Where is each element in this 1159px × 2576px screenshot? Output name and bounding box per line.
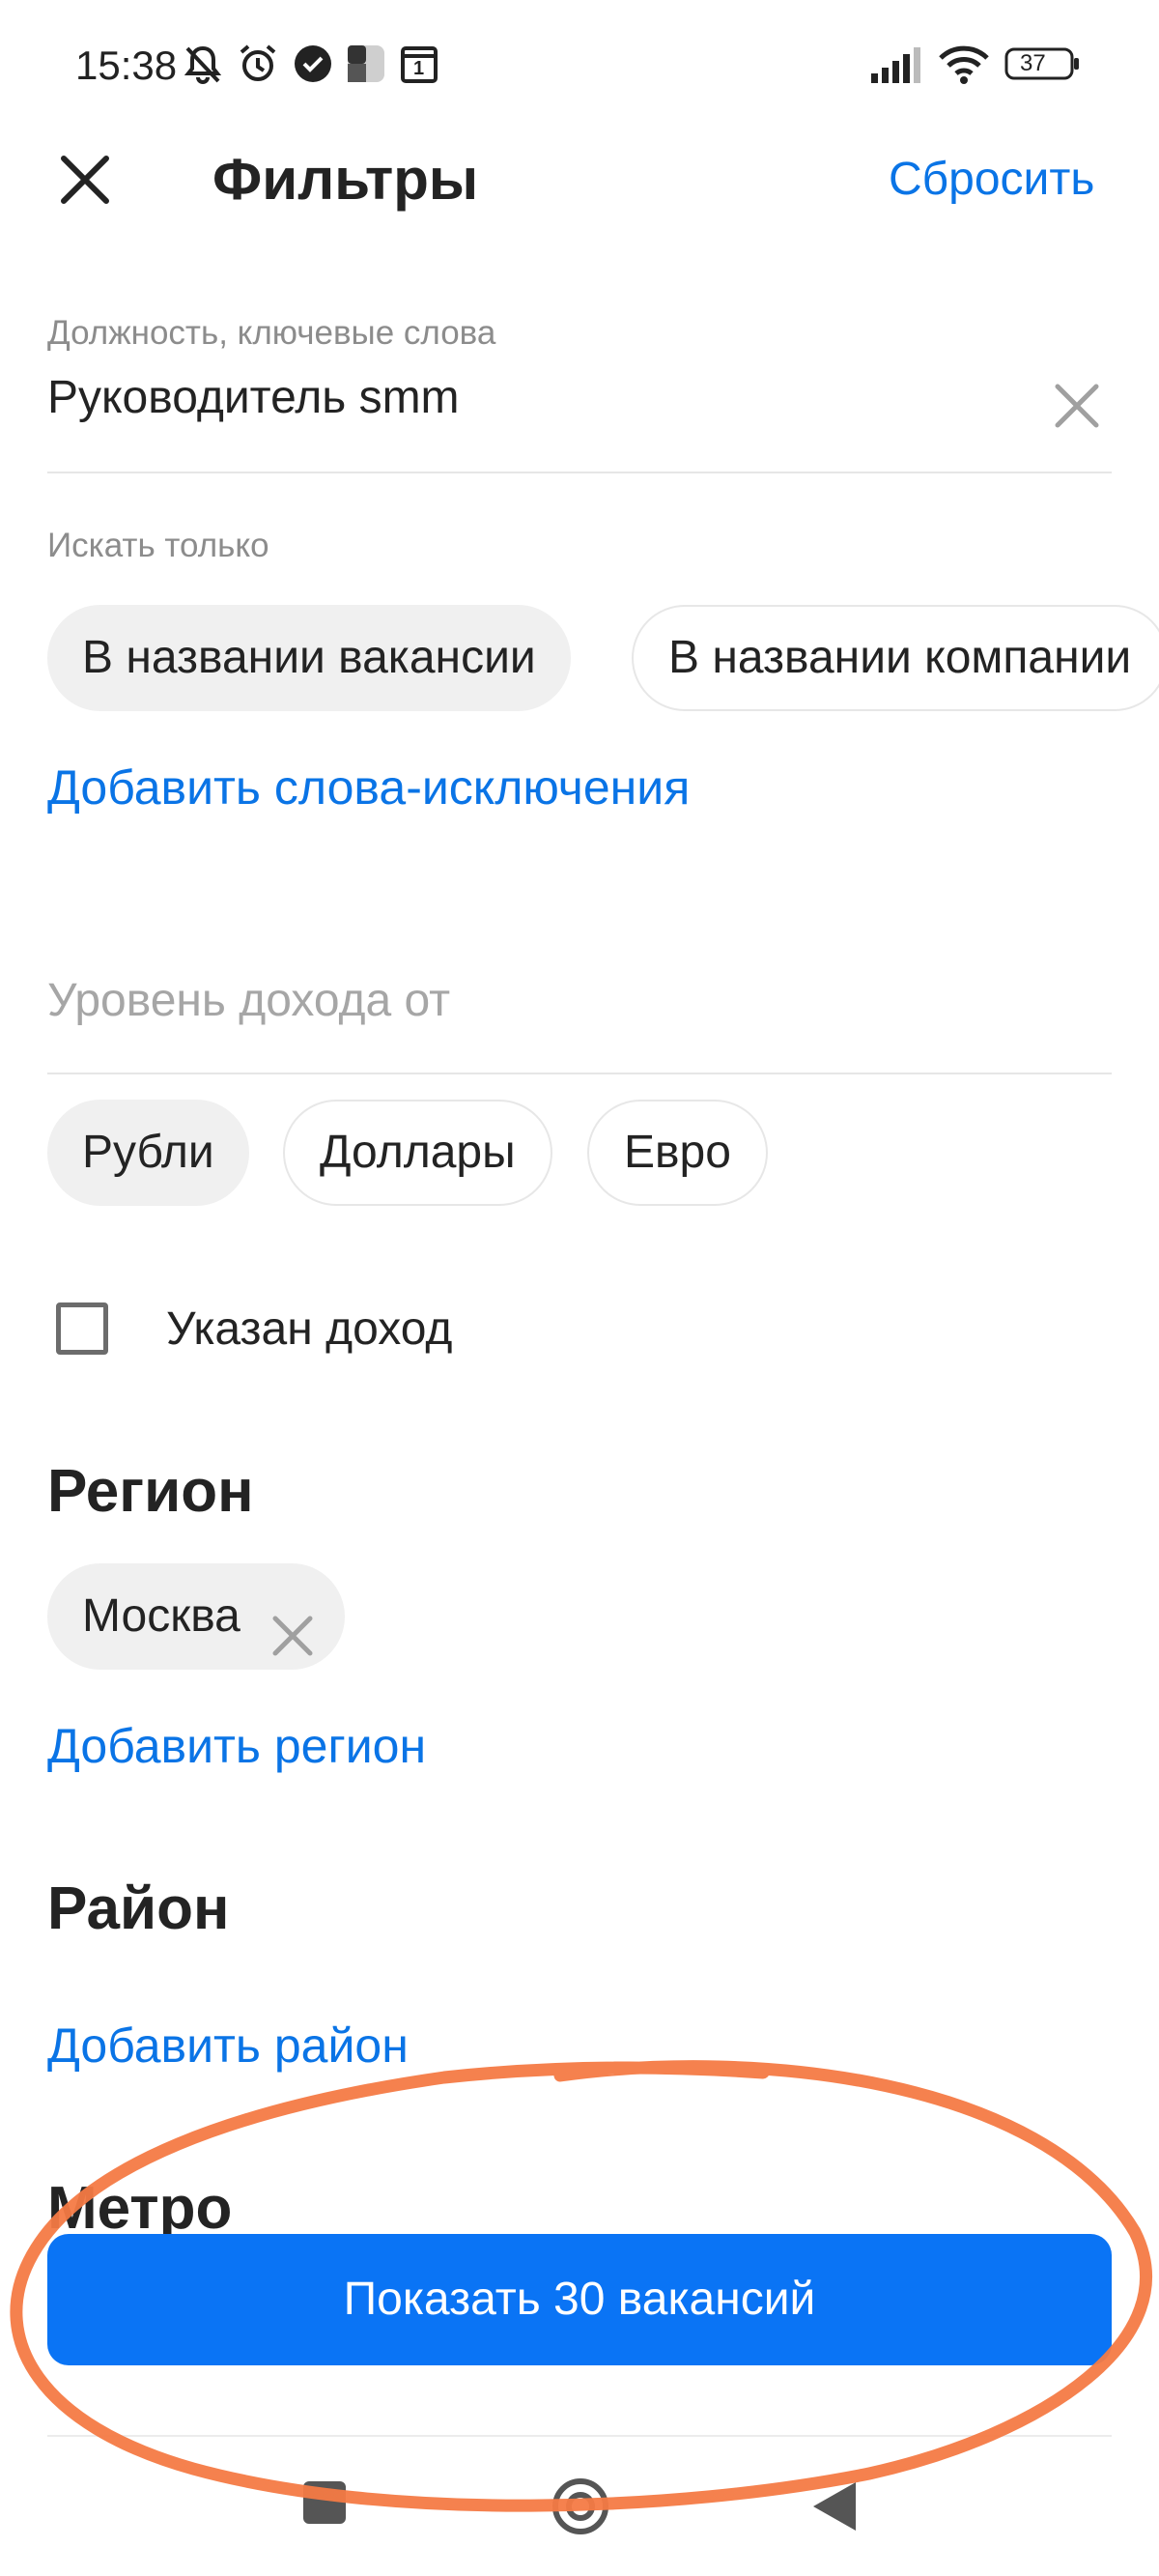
status-time: 15:38 — [75, 43, 178, 88]
battery-level: 37 — [1020, 50, 1046, 76]
page-title: Фильтры — [212, 147, 479, 212]
income-specified-label: Указан доход — [166, 1303, 453, 1355]
divider — [47, 472, 1112, 473]
search-only-label: Искать только — [47, 527, 269, 564]
chip-currency-eur[interactable]: Евро — [587, 1100, 768, 1206]
reset-button[interactable]: Сбросить — [889, 145, 1094, 215]
chip-vacancy-title[interactable]: В названии вакансии — [47, 605, 571, 711]
add-region-link[interactable]: Добавить регион — [47, 1718, 426, 1774]
close-icon — [1055, 384, 1099, 428]
close-icon — [61, 156, 109, 204]
close-icon — [272, 1616, 313, 1656]
recent-apps-button[interactable] — [303, 2481, 346, 2524]
show-vacancies-button[interactable]: Показать 30 вакансий — [47, 2234, 1112, 2365]
back-icon — [813, 2482, 856, 2531]
add-district-link[interactable]: Добавить район — [47, 2018, 409, 2074]
close-button[interactable] — [50, 145, 120, 215]
back-button[interactable] — [809, 2478, 858, 2534]
battery-icon: 37 — [1004, 43, 1082, 85]
chip-company-title[interactable]: В названии компании — [632, 605, 1159, 711]
alarm-icon — [237, 43, 279, 85]
add-exclusions-link[interactable]: Добавить слова-исключения — [47, 759, 690, 816]
divider — [47, 2435, 1112, 2437]
chip-currency-rub[interactable]: Рубли — [47, 1100, 249, 1206]
position-field-input[interactable]: Руководитель smm — [47, 371, 460, 424]
bell-off-icon — [184, 43, 222, 85]
chip-currency-usd[interactable]: Доллары — [283, 1100, 552, 1206]
calendar-day: 1 — [413, 58, 425, 79]
position-field-label: Должность, ключевые слова — [47, 314, 496, 352]
home-button[interactable] — [551, 2476, 610, 2536]
calendar-icon: 1 — [400, 43, 438, 85]
home-icon — [552, 2478, 608, 2534]
app-icon — [346, 43, 386, 85]
check-circle-icon — [293, 43, 333, 85]
signal-icon — [869, 43, 925, 85]
wifi-icon — [937, 43, 991, 85]
chip-region-moscow[interactable]: Москва — [47, 1563, 345, 1670]
remove-region-button[interactable] — [269, 1591, 316, 1656]
region-heading: Регион — [47, 1458, 254, 1525]
district-heading: Район — [47, 1875, 230, 1942]
income-specified-checkbox[interactable] — [56, 1302, 108, 1355]
clear-field-button[interactable] — [1043, 372, 1111, 440]
income-input[interactable]: Уровень дохода от — [47, 974, 450, 1027]
divider — [47, 1073, 1112, 1074]
chip-label: Москва — [82, 1590, 240, 1642]
metro-heading: Метро — [47, 2175, 233, 2242]
